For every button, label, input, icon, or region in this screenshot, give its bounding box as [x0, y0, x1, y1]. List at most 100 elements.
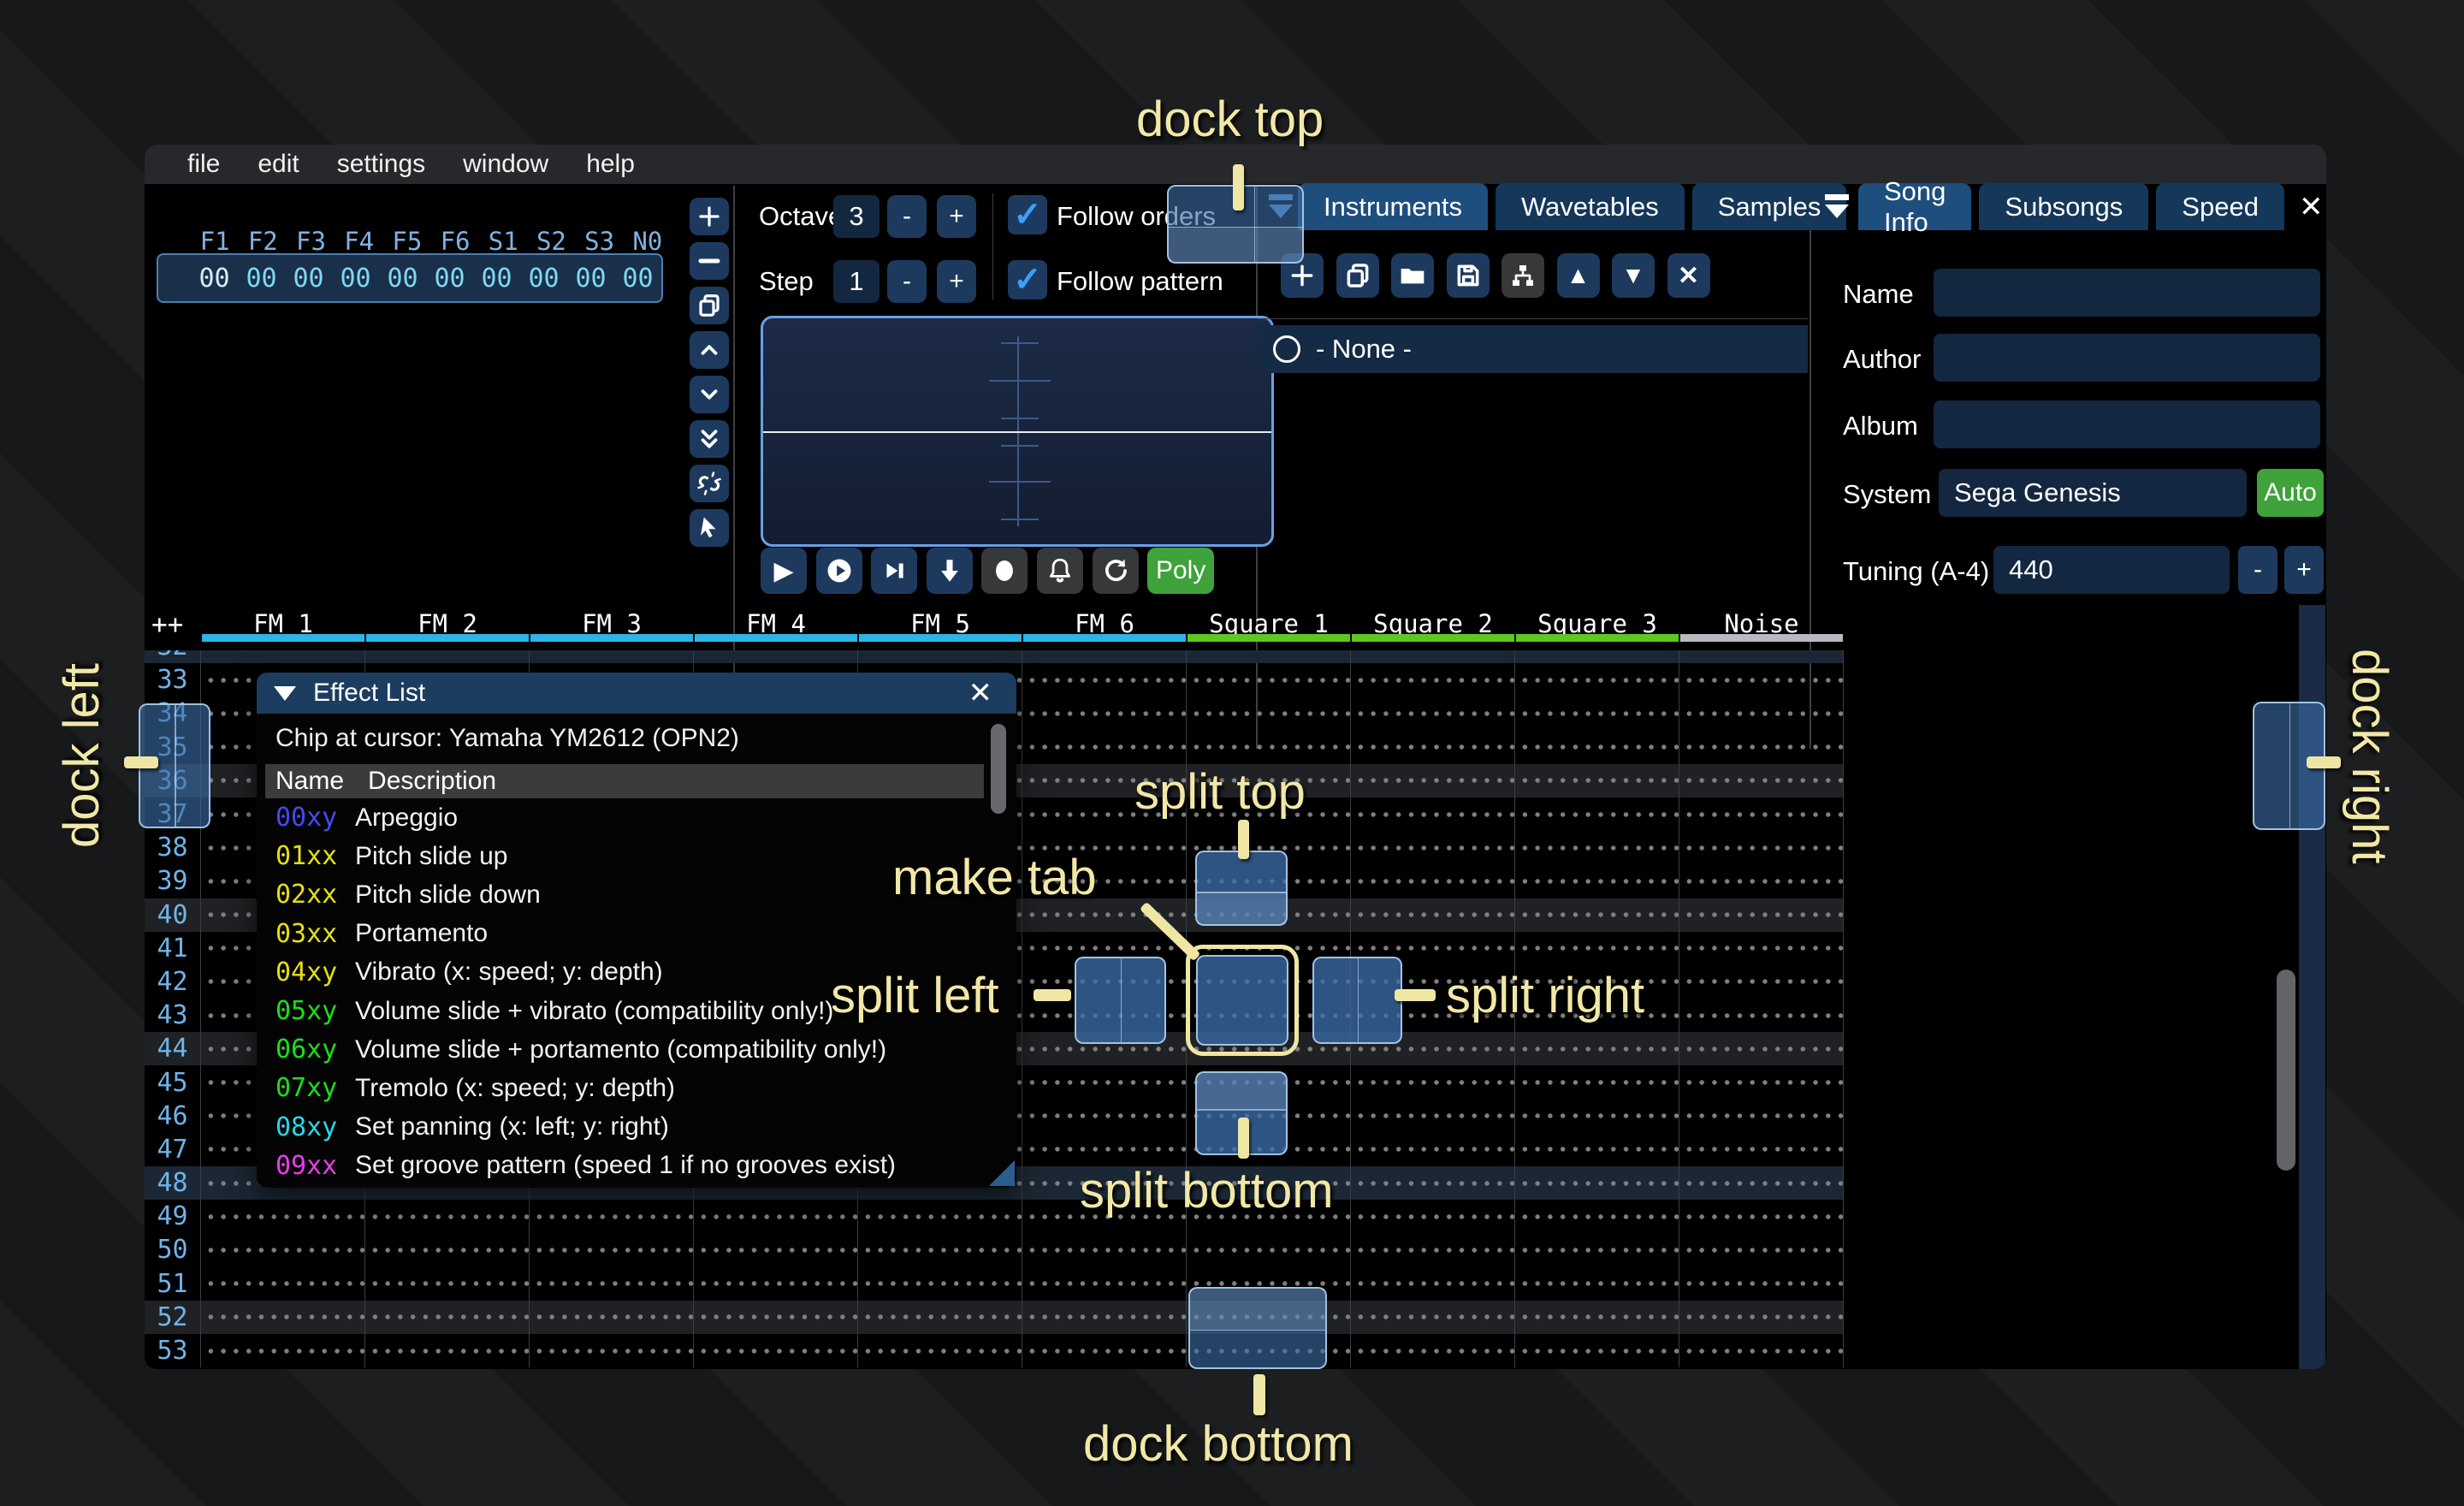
pattern-row-32[interactable]: 32 [145, 650, 1844, 663]
song-info-tab-speed[interactable]: Speed [2156, 183, 2284, 230]
pattern-cell[interactable] [1679, 864, 1844, 898]
pattern-cell[interactable] [1679, 1334, 1844, 1367]
close-icon[interactable]: ✕ [2292, 190, 2326, 224]
pattern-cell[interactable] [365, 1233, 530, 1266]
pattern-cell[interactable] [1351, 1334, 1515, 1367]
resize-grip-icon[interactable] [989, 1160, 1015, 1186]
effect-list-scrollbar[interactable] [991, 724, 1006, 814]
order-chevron-up-button[interactable] [690, 331, 729, 369]
pattern-cell[interactable] [858, 1301, 1022, 1334]
pattern-cell[interactable] [1022, 1100, 1187, 1133]
pattern-cell[interactable] [1515, 697, 1679, 730]
stop-button[interactable] [981, 548, 1028, 594]
pattern-cell[interactable] [1679, 731, 1844, 764]
pattern-cell[interactable] [1187, 697, 1351, 730]
instrument-floppy-button[interactable] [1447, 253, 1490, 298]
instrument-folder-open-button[interactable] [1391, 253, 1434, 298]
pattern-cell[interactable] [1679, 1100, 1844, 1133]
pattern-cell[interactable] [1022, 1267, 1187, 1301]
pattern-cell[interactable] [1679, 1267, 1844, 1301]
pattern-cell[interactable] [1515, 1032, 1679, 1065]
pattern-cell[interactable] [1022, 1065, 1187, 1099]
follow-orders-checkbox[interactable]: ✓ [1008, 195, 1047, 234]
order-cell[interactable]: 00 [379, 264, 426, 293]
auto-system-button[interactable]: Auto [2257, 469, 2324, 517]
pattern-cell[interactable] [1351, 1233, 1515, 1266]
split-right-target[interactable] [1312, 957, 1402, 1044]
pattern-cell[interactable] [1351, 697, 1515, 730]
pattern-cell[interactable] [201, 1233, 365, 1266]
order-row-selected[interactable]: 00000000000000000000 [157, 253, 663, 303]
pattern-cell[interactable] [1022, 731, 1187, 764]
effect-row-07xy[interactable]: 07xyTremolo (x: speed; y: depth) [265, 1069, 1001, 1107]
poly-button[interactable]: Poly [1147, 548, 1214, 594]
pattern-cell[interactable] [1679, 1166, 1844, 1200]
pattern-cell[interactable] [530, 1200, 694, 1233]
pattern-cell[interactable] [1351, 1133, 1515, 1166]
pattern-cell[interactable] [858, 1233, 1022, 1266]
pattern-cell[interactable] [1679, 999, 1844, 1032]
step-plus-button[interactable]: + [937, 260, 976, 303]
pattern-cell[interactable] [1679, 932, 1844, 965]
pattern-cell[interactable] [530, 1334, 694, 1367]
pattern-scrollbar-thumb[interactable] [2277, 969, 2295, 1171]
pattern-cell[interactable] [1022, 1334, 1187, 1367]
pattern-cell[interactable] [1515, 1267, 1679, 1301]
close-icon[interactable]: ✕ [962, 676, 1000, 710]
pattern-corner-button[interactable]: ++ [151, 609, 183, 640]
menu-item-help[interactable]: help [567, 150, 654, 179]
song-info-collapse-icon[interactable] [1822, 194, 1851, 218]
pattern-cell[interactable] [1351, 650, 1515, 663]
pattern-cell[interactable] [1351, 797, 1515, 831]
pattern-cell[interactable] [1515, 1100, 1679, 1133]
effect-row-01xx[interactable]: 01xxPitch slide up [265, 837, 1001, 875]
pattern-cell[interactable] [1679, 650, 1844, 663]
pattern-cell[interactable] [1515, 1065, 1679, 1099]
step-row-button[interactable] [927, 548, 973, 594]
instrument-x-button[interactable]: ✕ [1667, 253, 1710, 298]
effect-row-06xy[interactable]: 06xyVolume slide + portamento (compatibi… [265, 1030, 1001, 1069]
effect-row-09xx[interactable]: 09xxSet groove pattern (speed 1 if no gr… [265, 1147, 1001, 1185]
menu-item-settings[interactable]: settings [318, 150, 444, 179]
pattern-cell[interactable] [530, 1267, 694, 1301]
pattern-cell[interactable] [858, 1200, 1022, 1233]
song-info-tab-song-info[interactable]: Song Info [1858, 183, 1971, 230]
step-value[interactable]: 1 [833, 260, 880, 303]
pattern-cell[interactable] [1351, 1065, 1515, 1099]
pattern-cell[interactable] [1679, 1032, 1844, 1065]
pattern-cell[interactable] [1515, 932, 1679, 965]
tuning-field[interactable]: 440 [1993, 546, 2230, 594]
instruments-tab-instruments[interactable]: Instruments [1298, 183, 1488, 230]
pattern-cell[interactable] [1515, 731, 1679, 764]
system-field[interactable]: Sega Genesis [1939, 469, 2247, 517]
pattern-cell[interactable] [1679, 965, 1844, 999]
pattern-cell[interactable] [1351, 898, 1515, 932]
pattern-cell[interactable] [365, 1301, 530, 1334]
play-from-cursor-button[interactable] [816, 548, 862, 594]
pattern-cell[interactable] [1515, 663, 1679, 697]
pattern-cell[interactable] [1679, 1233, 1844, 1266]
pattern-cell[interactable] [694, 1200, 858, 1233]
pattern-cell[interactable] [1022, 1301, 1187, 1334]
pattern-cell[interactable] [1187, 731, 1351, 764]
order-cell[interactable]: 00 [285, 264, 332, 293]
pattern-cell[interactable] [1515, 831, 1679, 864]
menu-item-window[interactable]: window [444, 150, 567, 179]
pattern-cell[interactable] [1515, 898, 1679, 932]
pattern-cell[interactable] [1351, 1166, 1515, 1200]
pattern-cell[interactable] [1351, 1200, 1515, 1233]
pattern-cell[interactable] [858, 1267, 1022, 1301]
order-minus-button[interactable] [690, 242, 729, 280]
pattern-row-49[interactable]: 49 [145, 1200, 1844, 1233]
pattern-cell[interactable] [1679, 1065, 1844, 1099]
pattern-cell[interactable] [1351, 1301, 1515, 1334]
pattern-cell[interactable] [1679, 831, 1844, 864]
pattern-cell[interactable] [1187, 1233, 1351, 1266]
name-field[interactable] [1934, 269, 2320, 317]
pattern-cell[interactable] [201, 1200, 365, 1233]
instruments-tab-wavetables[interactable]: Wavetables [1496, 183, 1685, 230]
collapse-triangle-icon[interactable] [274, 686, 296, 701]
pattern-cell[interactable] [530, 1301, 694, 1334]
pattern-cell[interactable] [1351, 731, 1515, 764]
pattern-cell[interactable] [1515, 1233, 1679, 1266]
